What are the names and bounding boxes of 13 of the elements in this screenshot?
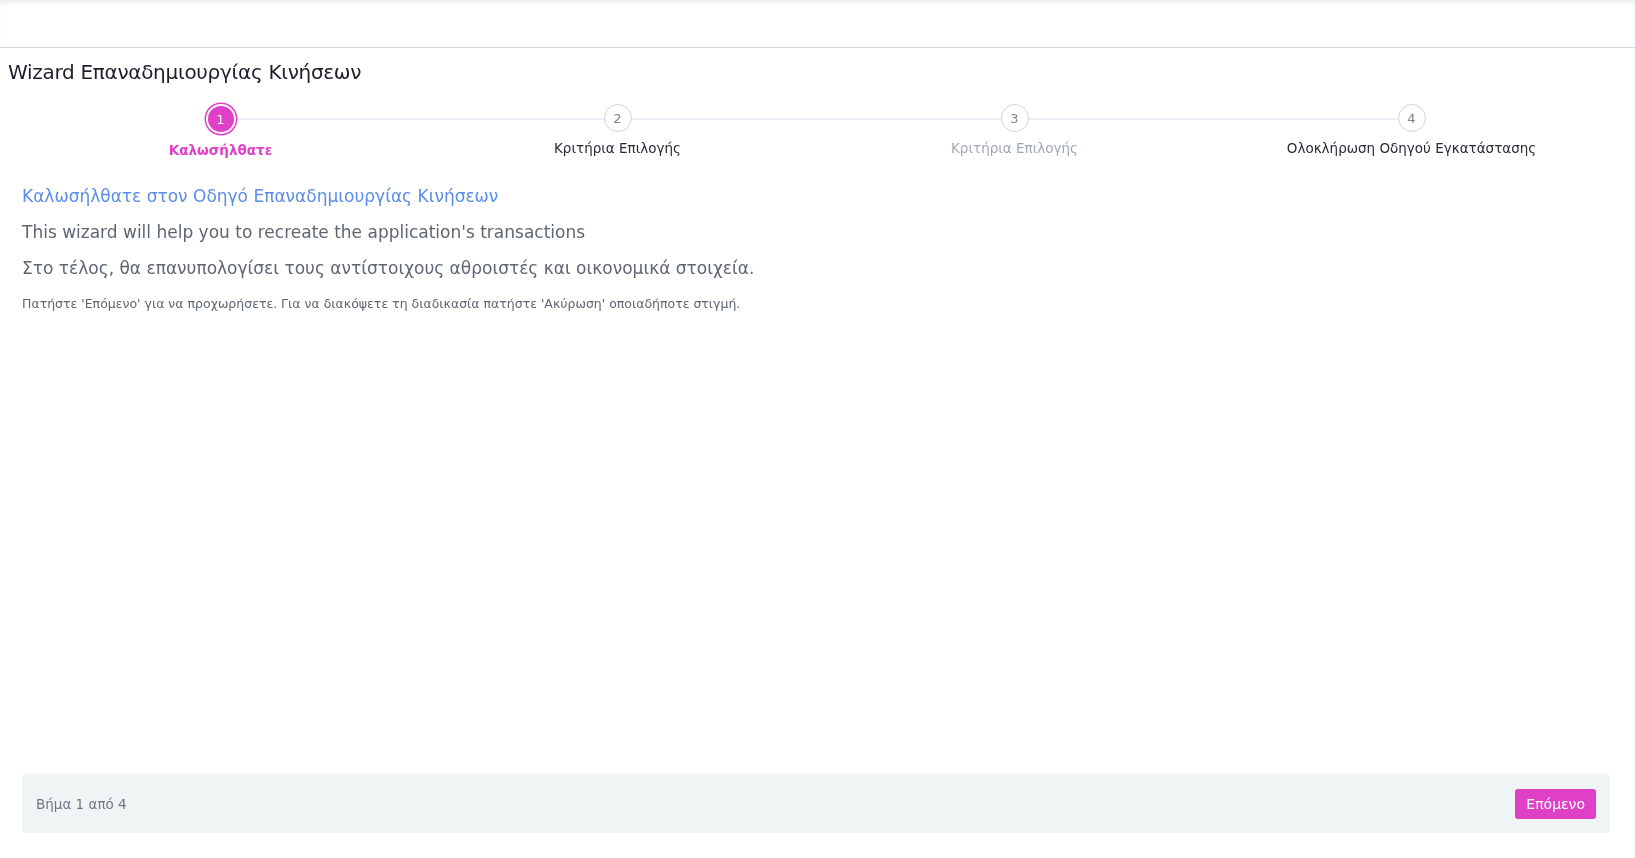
step-label[interactable]: Κριτήρια Επιλογής [554,140,681,156]
step-number[interactable]: 2 [603,104,632,132]
description-text: Στο τέλος, θα επανυπολογίσει τους αντίστοιχους αθροιστές και οικονομικά στοιχεία. [22,258,756,278]
step-number[interactable]: 4 [1397,104,1426,132]
description-text: This wizard will help you to recreate the application's transactions [22,222,587,242]
next-button[interactable]: Επόμενο [1515,788,1596,819]
welcome-heading: Καλωσήλθατε στον Οδηγό Επαναδημιουργίας Κινήσεων [22,186,500,206]
step-number[interactable]: 1 [205,104,236,134]
page-title: Wizard Επαναδημιουργίας Κινήσεων [8,60,363,84]
step-counter: Βήμα 1 από 4 [36,795,127,812]
step-label[interactable]: Καλωσήλθατε [168,142,273,158]
hint-text: Πατήστε 'Επόμενο' για να προχωρήσετε. Για να διακόψετε τη διαδικασία πατήστε 'Ακύρωση' οποιαδήποτε στιγμή. [22,296,742,311]
step-label[interactable]: Ολοκλήρωση Οδηγού Εγκατάστασης [1286,140,1537,156]
